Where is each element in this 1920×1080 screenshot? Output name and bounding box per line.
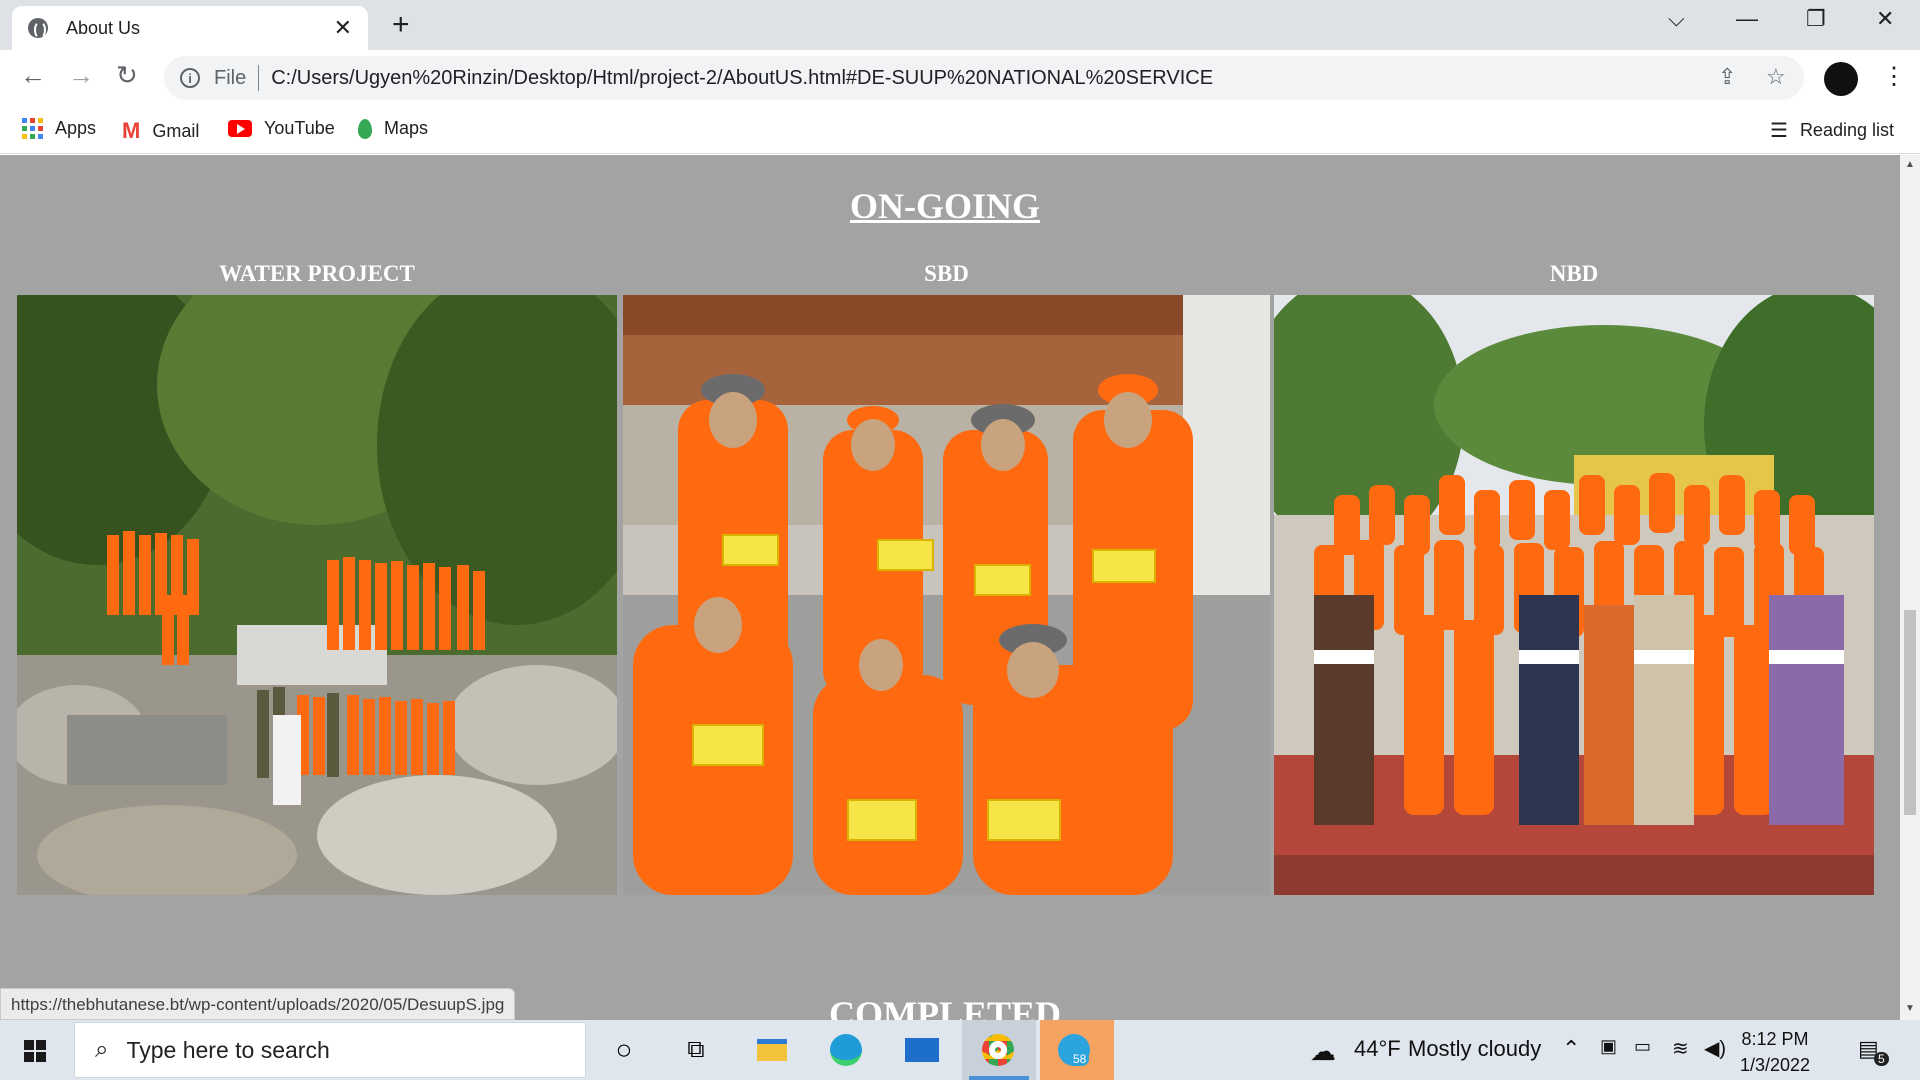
tab-close-icon[interactable]: ✕ <box>334 17 352 39</box>
back-button[interactable]: ← <box>20 62 46 88</box>
globe-icon <box>28 18 48 39</box>
bookmark-label: YouTube <box>264 118 335 138</box>
clock-date: 1/3/2022 <box>1740 1055 1811 1075</box>
mail-icon[interactable] <box>902 1030 942 1070</box>
chrome-active-indicator <box>969 1076 1029 1080</box>
maps-icon <box>358 118 372 139</box>
bookmark-label: Maps <box>384 118 429 138</box>
reload-button[interactable]: ↻ <box>116 62 138 88</box>
reading-list-label: Reading list <box>1799 120 1894 140</box>
bookmark-gmail[interactable]: M Gmail <box>122 118 199 144</box>
sbd-photo[interactable] <box>623 295 1270 895</box>
tab-title: About Us <box>66 17 141 38</box>
weather-cloud-icon[interactable]: ☁ <box>1310 1036 1336 1067</box>
taskbar-clock[interactable]: 8:12 PM 1/3/2022 <box>1740 1026 1810 1078</box>
apps-grid-icon <box>22 118 43 139</box>
section-title-ongoing: ON-GOING <box>849 186 1040 226</box>
bookmark-youtube[interactable]: YouTube <box>228 118 335 139</box>
page-viewport: ON-GOING WATER PROJECT SBD NBD COMPLETED <box>0 155 1900 1020</box>
bookmark-star-icon[interactable]: ☆ <box>1766 64 1786 90</box>
nbd-photo[interactable] <box>1274 295 1874 895</box>
cortana-icon[interactable]: ○ <box>604 1030 644 1070</box>
windows-taskbar: ⌕ Type here to search ○ ⧉ 58 ☁ 44°F Most… <box>0 1020 1920 1080</box>
wifi-icon[interactable]: ≋ <box>1672 1036 1689 1061</box>
notification-badge: 5 <box>1874 1052 1889 1066</box>
browser-toolbar: ← → ↻ i File C:/Users/Ugyen%20Rinzin/Des… <box>0 50 1920 106</box>
tab-strip: About Us ✕ + ⌵ — ❐ ✕ <box>0 0 1920 50</box>
menu-kebab-icon[interactable]: ⋮ <box>1882 62 1906 91</box>
taskbar-search-box[interactable]: ⌕ Type here to search <box>74 1022 586 1078</box>
omnibox-divider <box>258 65 260 91</box>
search-icon: ⌕ <box>95 1036 109 1063</box>
water-project-image <box>17 295 617 895</box>
nbd-image <box>1274 295 1874 895</box>
browser-tab[interactable]: About Us ✕ <box>12 6 368 50</box>
restore-button[interactable]: ❐ <box>1806 6 1826 32</box>
reading-list-icon: ☰ <box>1770 120 1788 142</box>
project-caption-water: WATER PROJECT <box>219 261 415 286</box>
volume-icon[interactable]: ◀) <box>1704 1036 1726 1061</box>
file-explorer-icon[interactable] <box>752 1030 792 1070</box>
scrollbar-thumb[interactable] <box>1904 610 1916 815</box>
project-caption-sbd: SBD <box>924 261 969 286</box>
scheme-label: File <box>214 66 247 89</box>
task-view-icon[interactable]: ⧉ <box>676 1030 716 1070</box>
minimize-button[interactable]: — <box>1736 6 1758 32</box>
gmail-icon: M <box>122 118 141 143</box>
scroll-up-icon[interactable]: ▲ <box>1905 159 1915 170</box>
tab-search-icon[interactable]: ⌵ <box>1668 6 1685 32</box>
bookmark-maps[interactable]: Maps <box>358 118 428 139</box>
sbd-image <box>623 295 1270 895</box>
weather-condition[interactable]: Mostly cloudy <box>1408 1036 1541 1062</box>
tray-chevron-icon[interactable]: ⌃ <box>1562 1036 1580 1062</box>
bookmark-label: Apps <box>55 118 97 138</box>
battery-icon[interactable]: ▭ <box>1634 1036 1651 1057</box>
windows-start-icon[interactable] <box>24 1040 46 1062</box>
bookmark-apps[interactable]: Apps <box>22 118 96 139</box>
telegram-badge: 58 <box>1070 1052 1090 1066</box>
share-icon[interactable]: ⇪ <box>1718 64 1736 90</box>
info-icon[interactable]: i <box>180 68 200 88</box>
forward-button[interactable]: → <box>68 62 94 88</box>
youtube-icon <box>228 120 252 137</box>
water-project-photo[interactable] <box>17 295 617 895</box>
clock-time: 8:12 PM <box>1741 1029 1809 1049</box>
weather-temp[interactable]: 44°F <box>1354 1036 1401 1062</box>
edge-icon[interactable] <box>826 1030 866 1070</box>
link-status-bar: https://thebhutanese.bt/wp-content/uploa… <box>0 988 516 1020</box>
address-bar[interactable]: i File C:/Users/Ugyen%20Rinzin/Desktop/H… <box>164 56 1804 100</box>
bookmark-label: Gmail <box>152 120 200 141</box>
close-window-button[interactable]: ✕ <box>1876 6 1894 32</box>
meet-now-icon[interactable]: ▣ <box>1600 1036 1617 1057</box>
search-placeholder: Type here to search <box>126 1036 330 1063</box>
chrome-icon[interactable] <box>978 1030 1018 1070</box>
profile-avatar[interactable] <box>1824 62 1858 96</box>
bookmarks-bar: Apps M Gmail YouTube Maps ☰ Reading list <box>0 106 1920 154</box>
new-tab-button[interactable]: + <box>392 10 410 40</box>
reading-list-button[interactable]: ☰ Reading list <box>1770 118 1894 143</box>
scroll-down-icon[interactable]: ▼ <box>1905 1003 1915 1014</box>
project-caption-nbd: NBD <box>1549 261 1599 286</box>
url-text[interactable]: C:/Users/Ugyen%20Rinzin/Desktop/Html/pro… <box>271 67 1213 90</box>
page-scrollbar[interactable]: ▲ ▼ <box>1900 155 1920 1020</box>
